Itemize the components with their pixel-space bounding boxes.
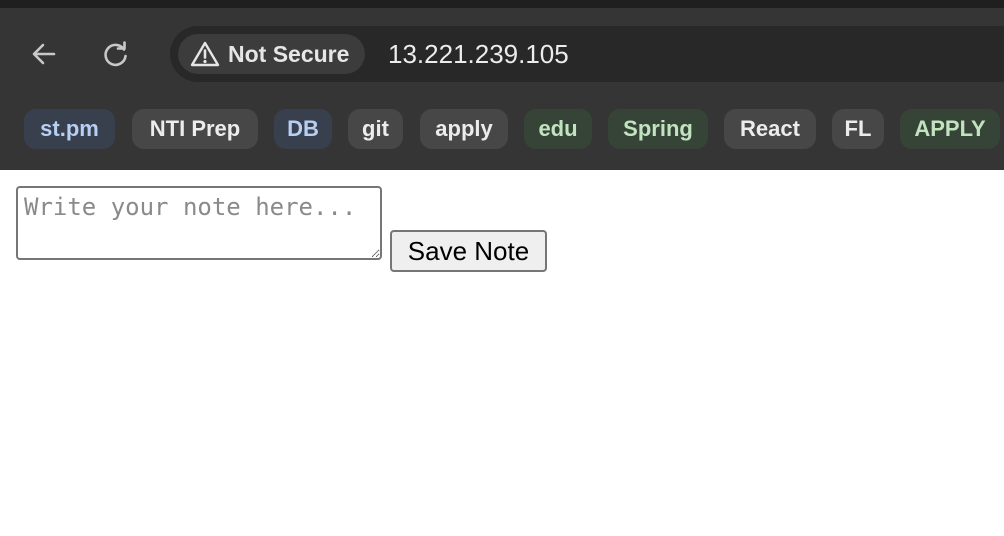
- bookmark-apply[interactable]: apply: [420, 109, 508, 149]
- bookmark-edu[interactable]: edu: [524, 109, 592, 149]
- security-label: Not Secure: [228, 40, 350, 67]
- address-bar[interactable]: Not Secure 13.221.239.105: [170, 26, 1004, 82]
- back-button[interactable]: [24, 34, 64, 74]
- bookmark-spring[interactable]: Spring: [608, 109, 708, 149]
- page-content: Save Note: [0, 170, 1004, 536]
- reload-icon: [104, 41, 127, 67]
- bookmark-st-pm[interactable]: st.pm: [24, 109, 115, 149]
- bookmarks-bar: st.pm NTI Prep DB git apply edu Spring R…: [0, 104, 1004, 152]
- bookmark-git[interactable]: git: [348, 109, 403, 149]
- tab-strip: [0, 0, 1004, 8]
- bookmark-react[interactable]: React: [724, 109, 816, 149]
- browser-toolbar: Not Secure 13.221.239.105 st.pm NTI Prep…: [0, 0, 1004, 170]
- security-indicator[interactable]: Not Secure: [178, 34, 366, 74]
- arrow-left-icon: [32, 43, 56, 65]
- bookmark-apply-caps[interactable]: APPLY: [900, 109, 1000, 149]
- url-text[interactable]: 13.221.239.105: [388, 39, 569, 70]
- reload-button[interactable]: [96, 34, 136, 74]
- bookmark-db[interactable]: DB: [274, 109, 332, 149]
- bookmark-nti-prep[interactable]: NTI Prep: [132, 109, 258, 149]
- warning-triangle-icon: [190, 41, 220, 67]
- save-note-button[interactable]: Save Note: [390, 230, 547, 272]
- note-input[interactable]: [16, 186, 382, 260]
- tab-strip-edge: [0, 8, 1004, 18]
- bookmark-fl[interactable]: FL: [832, 109, 884, 149]
